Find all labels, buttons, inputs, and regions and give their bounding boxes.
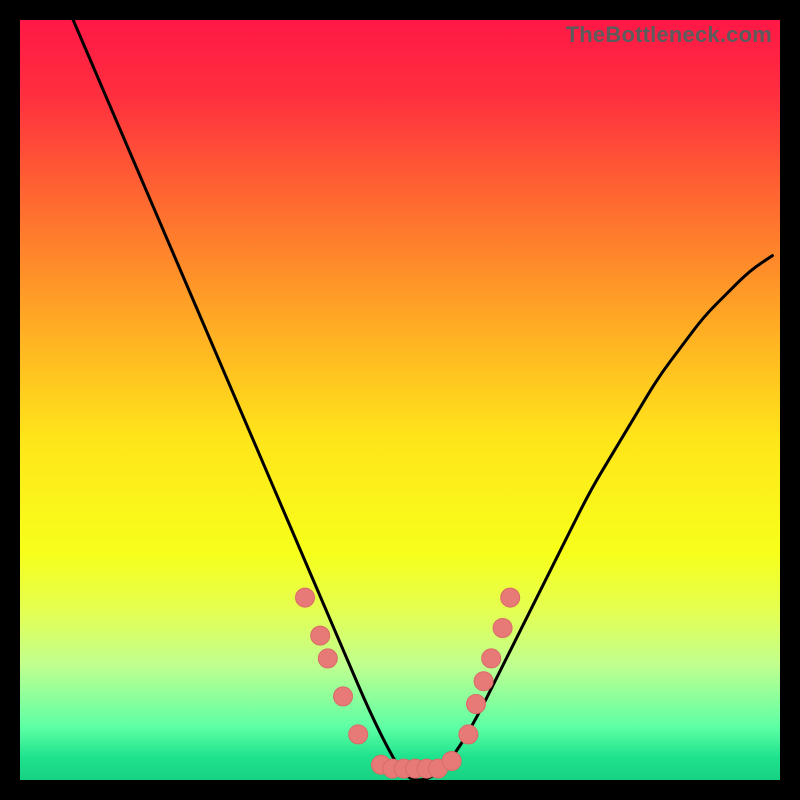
data-marker: [459, 725, 478, 744]
gradient-background: [20, 20, 780, 780]
data-marker: [467, 695, 486, 714]
data-marker: [493, 619, 512, 638]
chart-svg: [20, 20, 780, 780]
data-marker: [482, 649, 501, 668]
watermark-text: TheBottleneck.com: [566, 22, 772, 48]
data-marker: [311, 626, 330, 645]
data-marker: [334, 687, 353, 706]
data-marker: [501, 588, 520, 607]
data-marker: [296, 588, 315, 607]
data-marker: [349, 725, 368, 744]
data-marker: [318, 649, 337, 668]
data-marker: [474, 672, 493, 691]
data-marker: [442, 752, 461, 771]
chart-frame: TheBottleneck.com: [20, 20, 780, 780]
